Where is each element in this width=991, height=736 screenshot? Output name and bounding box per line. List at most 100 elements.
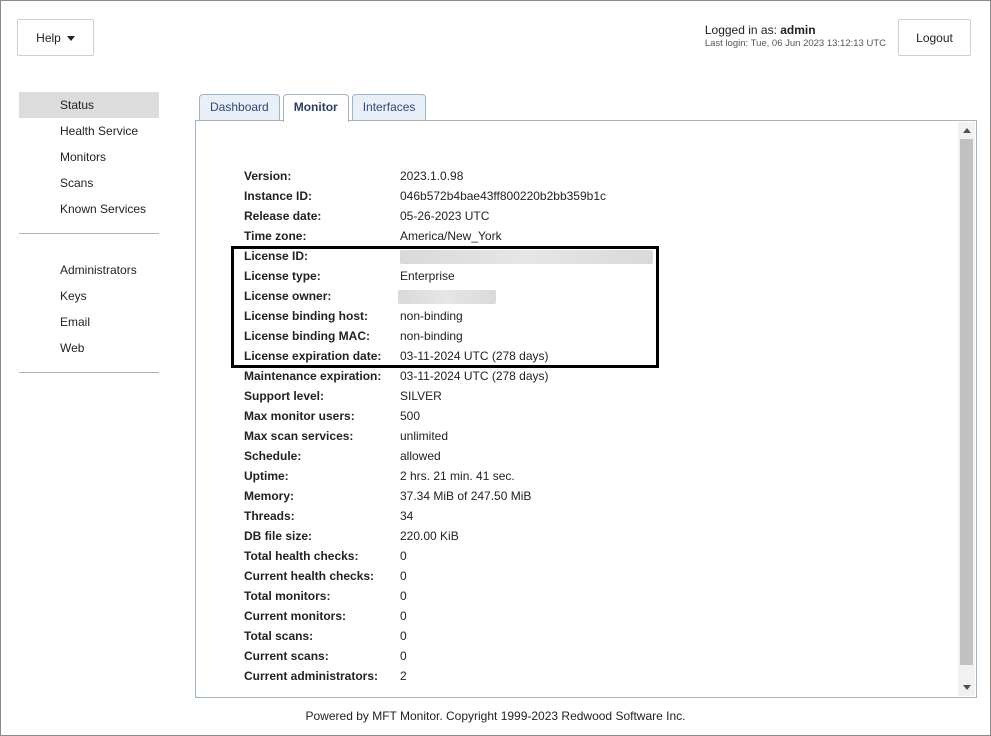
status-row: Uptime: 2 hrs. 21 min. 41 sec. [244, 466, 653, 486]
status-row: Max scan services: unlimited [244, 426, 653, 446]
status-value: 220.00 KiB [400, 529, 459, 543]
status-value: non-binding [400, 309, 463, 323]
status-value: 0 [400, 549, 407, 563]
status-row: License binding MAC: non-binding [244, 326, 653, 346]
scroll-up-button[interactable] [958, 122, 975, 139]
status-key: Schedule: [244, 449, 302, 463]
status-row: Current health checks: 0 [244, 566, 653, 586]
status-key: License type: [244, 269, 321, 283]
redaction-blur [400, 249, 653, 264]
status-row: License ID: [244, 246, 653, 266]
status-value: non-binding [400, 329, 463, 343]
status-row: Total monitors: 0 [244, 586, 653, 606]
help-label: Help [36, 30, 61, 45]
sidebar-item-keys[interactable]: Keys [19, 283, 159, 309]
status-key: DB file size: [244, 529, 313, 543]
redaction-blur [398, 289, 496, 304]
status-row: Threads: 34 [244, 506, 653, 526]
status-row: License binding host: non-binding [244, 306, 653, 326]
sidebar-item-administrators[interactable]: Administrators [19, 257, 159, 283]
tab-interfaces[interactable]: Interfaces [351, 94, 427, 121]
sidebar-divider [19, 233, 159, 234]
status-value: 2 hrs. 21 min. 41 sec. [400, 469, 515, 483]
status-key: License binding host: [244, 309, 369, 323]
sidebar-item-web[interactable]: Web [19, 335, 159, 361]
user-info: Logged in as: admin Last login: Tue, 06 … [705, 23, 886, 49]
status-value: SILVER [400, 389, 442, 403]
status-key: Time zone: [244, 229, 307, 243]
status-value: 2023.1.0.98 [400, 169, 464, 183]
status-row: License type: Enterprise [244, 266, 653, 286]
status-value: Enterprise [400, 269, 455, 283]
status-key: Max scan services: [244, 429, 354, 443]
status-value: 2 [400, 669, 407, 683]
sidebar-item-monitors[interactable]: Monitors [19, 144, 159, 170]
redacted-value [400, 246, 653, 266]
status-key: Total scans: [244, 629, 314, 643]
tab-bar: Dashboard Monitor Interfaces [199, 94, 427, 122]
status-row: Version: 2023.1.0.98 [244, 166, 653, 186]
status-value: 37.34 MiB of 247.50 MiB [400, 489, 532, 503]
status-key: Current health checks: [244, 569, 375, 583]
status-row: Current scans: 0 [244, 646, 653, 666]
username: admin [780, 23, 816, 37]
sidebar-item-scans[interactable]: Scans [19, 170, 159, 196]
tab-dashboard[interactable]: Dashboard [199, 94, 280, 121]
sidebar-item-health-service[interactable]: Health Service [19, 118, 159, 144]
status-row: Max monitor users: 500 [244, 406, 653, 426]
status-value: 0 [400, 629, 407, 643]
arrow-down-icon [962, 685, 971, 690]
scroll-down-button[interactable] [958, 679, 975, 696]
status-row: License owner: [244, 286, 653, 306]
status-row: Total health checks: 0 [244, 546, 653, 566]
status-key: Memory: [244, 489, 295, 503]
status-row: License expiration date: 03-11-2024 UTC (… [244, 346, 653, 366]
status-panel: Version: 2023.1.0.98 Instance ID: 046b572b4… [195, 120, 977, 698]
vertical-scrollbar[interactable] [958, 122, 975, 696]
logout-button[interactable]: Logout [898, 19, 971, 56]
sidebar-item-email[interactable]: Email [19, 309, 159, 335]
status-key: License expiration date: [244, 349, 382, 363]
status-key: Support level: [244, 389, 325, 403]
status-key: Current monitors: [244, 609, 346, 623]
app-window: Help Logged in as: admin Last login: Tue… [0, 0, 991, 736]
status-key: Total monitors: [244, 589, 331, 603]
sidebar-item-status[interactable]: Status [19, 92, 159, 118]
status-key: Instance ID: [244, 189, 313, 203]
scroll-thumb[interactable] [960, 139, 973, 665]
status-value: America/New_York [400, 229, 502, 243]
status-key: Release date: [244, 209, 322, 223]
caret-down-icon [66, 36, 75, 41]
status-row: Current monitors: 0 [244, 606, 653, 626]
status-key: License ID: [244, 249, 309, 263]
status-value: 0 [400, 609, 407, 623]
status-list: Version: 2023.1.0.98 Instance ID: 046b572b4… [244, 166, 653, 686]
status-value: 05-26-2023 UTC [400, 209, 490, 223]
status-value: 0 [400, 649, 407, 663]
status-value: allowed [400, 449, 441, 463]
status-row: Total scans: 0 [244, 626, 653, 646]
sidebar-item-known-services[interactable]: Known Services [19, 196, 159, 222]
status-row: Support level: SILVER [244, 386, 653, 406]
status-key: License binding MAC: [244, 329, 370, 343]
status-row: Instance ID: 046b572b4bae43ff800220b2bb35… [244, 186, 653, 206]
status-row: Current administrators: 2 [244, 666, 653, 686]
status-row: Memory: 37.34 MiB of 247.50 MiB [244, 486, 653, 506]
status-key: Current administrators: [244, 669, 379, 683]
status-key: Threads: [244, 509, 295, 523]
status-row: Time zone: America/New_York [244, 226, 653, 246]
status-key: Current scans: [244, 649, 329, 663]
status-key: Maintenance expiration: [244, 369, 382, 383]
tab-monitor[interactable]: Monitor [282, 94, 349, 122]
help-menu-button[interactable]: Help [17, 19, 94, 56]
status-value: 500 [400, 409, 421, 423]
status-value: unlimited [400, 429, 449, 443]
status-row: DB file size: 220.00 KiB [244, 526, 653, 546]
status-key: Max monitor users: [244, 409, 355, 423]
status-value: 0 [400, 589, 407, 603]
sidebar-divider [19, 372, 159, 373]
status-key: License owner: [244, 289, 332, 303]
status-value: 03-11-2024 UTC (278 days) [400, 369, 549, 383]
logged-in-line: Logged in as: admin [705, 23, 886, 37]
status-value: 0 [400, 569, 407, 583]
